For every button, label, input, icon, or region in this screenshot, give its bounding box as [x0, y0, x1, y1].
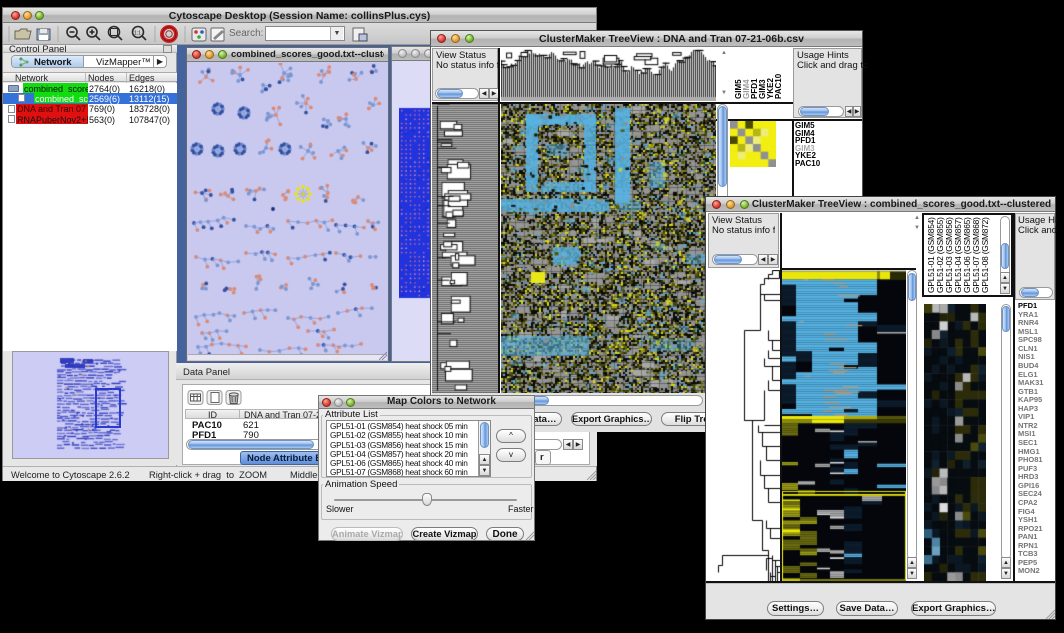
svg-text:1:1: 1:1	[134, 31, 141, 37]
